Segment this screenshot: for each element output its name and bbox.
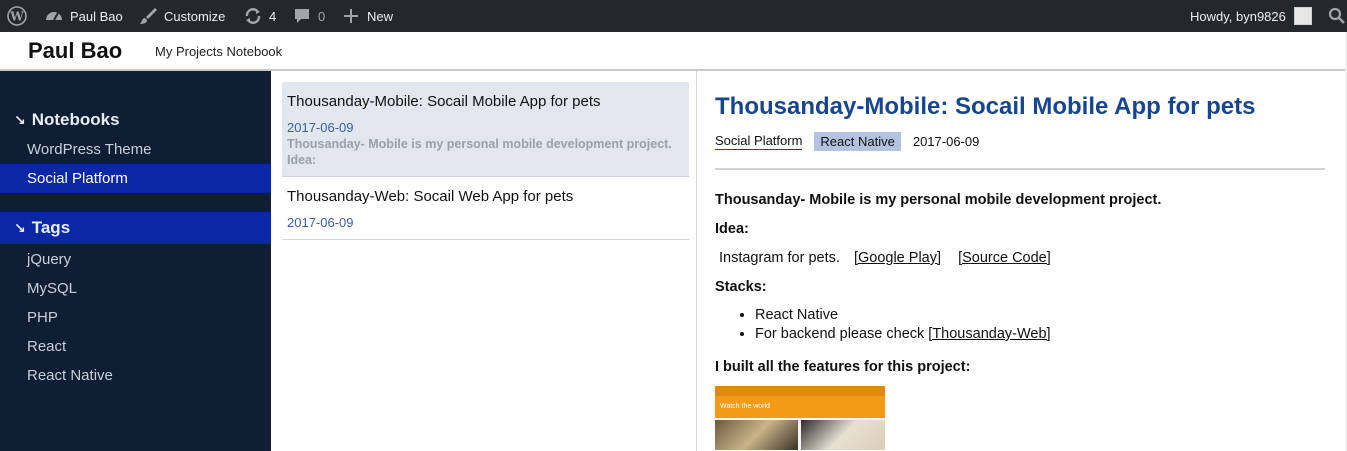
tags-title-label: Tags	[31, 218, 71, 237]
site-name-menu[interactable]: Paul Bao	[44, 0, 123, 32]
site-name-label: Paul Bao	[70, 8, 123, 24]
app-screenshot: Watch the world	[715, 386, 885, 450]
column-divider	[696, 71, 697, 451]
idea-text: Instagram for pets.	[719, 250, 840, 266]
sidebar: ↘ Notebooks WordPress Theme Social Platf…	[0, 71, 271, 451]
paintbrush-icon	[138, 6, 158, 26]
sidebar-item-jquery[interactable]: jQuery	[0, 245, 271, 274]
notebooks-title-label: Notebooks	[31, 110, 120, 129]
plus-icon	[341, 6, 361, 26]
features-heading: I built all the features for this projec…	[715, 359, 971, 375]
my-account-menu[interactable]: Howdy, byn9826	[1190, 0, 1312, 32]
sidebar-item-mysql[interactable]: MySQL	[0, 274, 271, 303]
collapse-arrow-icon: ↘	[14, 219, 26, 236]
list-item[interactable]: Thousanday-Mobile: Socail Mobile App for…	[282, 82, 689, 177]
stack-backend-text: For backend please check	[755, 326, 925, 342]
list-item[interactable]: Thousanday-Web: Socail Web App for pets …	[282, 177, 689, 240]
post-notebook-link[interactable]: Social Platform	[715, 133, 803, 150]
sidebar-item-react[interactable]: React	[0, 332, 271, 361]
comments-button[interactable]: 0	[292, 0, 325, 32]
thousanday-web-link[interactable]: [Thousanday-Web]	[928, 326, 1050, 342]
list-item-date: 2017-06-09	[287, 120, 354, 135]
updates-count: 4	[269, 8, 277, 24]
avatar	[1293, 7, 1312, 25]
howdy-label: Howdy, byn9826	[1190, 8, 1286, 24]
post-content: Thousanday-Mobile: Socail Mobile App for…	[715, 92, 1325, 450]
customize-button[interactable]: Customize	[138, 0, 225, 32]
idea-heading: Idea:	[715, 221, 749, 237]
site-title[interactable]: Paul Bao	[28, 38, 122, 64]
list-item-excerpt: Thousanday- Mobile is my personal mobile…	[287, 137, 672, 151]
wordpress-logo-button[interactable]: W	[7, 0, 33, 32]
pet-photo-thumbnail	[801, 420, 885, 450]
sidebar-item-wordpress-theme[interactable]: WordPress Theme	[0, 135, 271, 164]
new-label: New	[367, 8, 394, 24]
comment-bubble-icon	[292, 6, 312, 26]
list-item: React Native	[755, 306, 1325, 325]
collapse-arrow-icon: ↘	[14, 111, 26, 128]
updates-button[interactable]: 4	[243, 0, 276, 32]
post-meta: Social Platform React Native 2017-06-09	[715, 130, 1325, 152]
post-intro: Thousanday- Mobile is my personal mobile…	[715, 192, 1162, 208]
app-screenshot-bar-text: Watch the world	[715, 396, 885, 418]
stacks-heading: Stacks:	[715, 279, 767, 295]
sidebar-item-php[interactable]: PHP	[0, 303, 271, 332]
list-item: For backend please check [Thousanday-Web…	[755, 325, 1325, 344]
post-list: Thousanday-Mobile: Socail Mobile App for…	[282, 82, 689, 240]
pet-photo-thumbnail	[715, 420, 798, 450]
sidebar-item-react-native[interactable]: React Native	[0, 361, 271, 390]
customize-label: Customize	[164, 8, 226, 24]
post-date: 2017-06-09	[912, 133, 980, 149]
new-content-button[interactable]: New	[341, 0, 393, 32]
svg-text:W: W	[9, 10, 24, 24]
idea-line: Instagram for pets. [Google Play] [Sourc…	[715, 249, 1325, 267]
comments-count: 0	[318, 8, 326, 24]
admin-bar: W Paul Bao Customize 4 0 New Howdy, byn9…	[0, 0, 1347, 32]
list-item-excerpt: Idea:	[287, 153, 317, 167]
list-item-date: 2017-06-09	[287, 215, 354, 230]
phone-status-bar	[715, 386, 885, 396]
notebooks-section-title[interactable]: ↘ Notebooks	[0, 104, 271, 136]
post-title: Thousanday-Mobile: Socail Mobile App for…	[715, 93, 1256, 120]
site-header: Paul Bao My Projects Notebook	[0, 32, 1347, 71]
refresh-icon	[243, 6, 263, 26]
sidebar-item-social-platform[interactable]: Social Platform	[0, 164, 271, 193]
dashboard-gauge-icon	[44, 6, 64, 26]
stacks-list: React Native For backend please check [T…	[715, 306, 1325, 344]
post-divider	[715, 168, 1325, 170]
search-button[interactable]	[1327, 0, 1347, 32]
list-item-title: Thousanday-Web: Socail Web App for pets	[287, 188, 574, 205]
wordpress-icon: W	[7, 6, 27, 26]
source-code-link[interactable]: [Source Code]	[958, 250, 1051, 266]
post-tag-badge[interactable]: React Native	[814, 131, 901, 151]
tags-section-title[interactable]: ↘ Tags	[0, 212, 271, 244]
site-description: My Projects Notebook	[155, 44, 283, 59]
post-body: Thousanday- Mobile is my personal mobile…	[715, 191, 1325, 450]
list-item-title: Thousanday-Mobile: Socail Mobile App for…	[287, 93, 601, 110]
search-icon	[1327, 6, 1347, 26]
google-play-link[interactable]: [Google Play]	[854, 250, 941, 266]
